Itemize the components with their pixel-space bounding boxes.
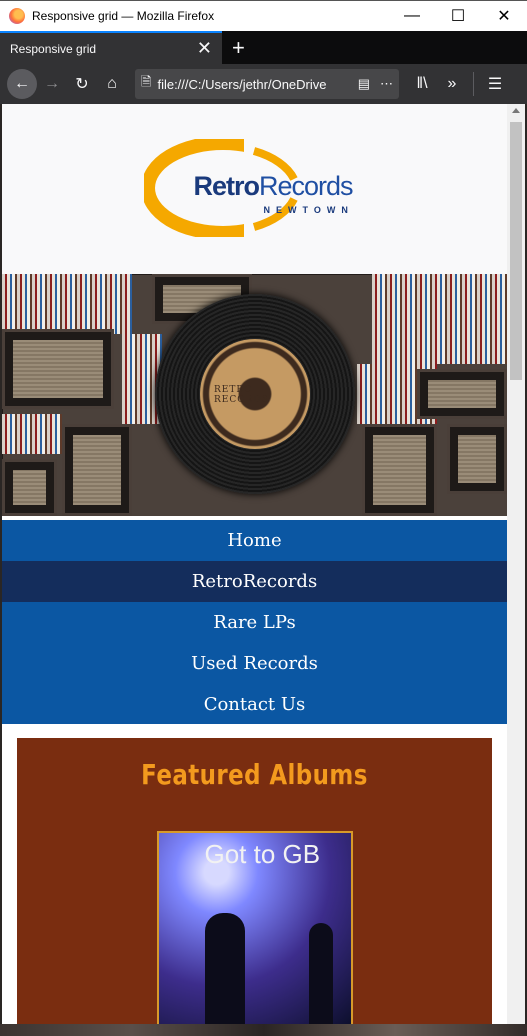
logo-subtitle: NEWTOWN <box>263 205 354 215</box>
hero-banner-image: RETRO RECORDS <box>2 274 507 516</box>
scroll-thumb[interactable] <box>510 122 522 380</box>
amplifier <box>2 329 114 409</box>
page-icon: 🗎 <box>141 74 152 89</box>
home-icon[interactable]: ⌂ <box>97 69 127 99</box>
window-controls: — ☐ ✕ <box>389 1 527 31</box>
tab-label: Responsive grid <box>10 41 97 56</box>
library-icon[interactable]: ‖\ <box>407 69 437 99</box>
scroll-up-icon[interactable] <box>512 108 520 113</box>
site-logo[interactable]: RetroRecords NEWTOWN <box>143 139 366 239</box>
main-content: Featured Albums Got to GB <box>2 724 507 1024</box>
hamburger-icon[interactable]: ☰ <box>480 69 510 99</box>
window-titlebar: Responsive grid — Mozilla Firefox — ☐ ✕ <box>0 0 527 31</box>
menu-item-retrorecords[interactable]: RetroRecords <box>2 561 507 602</box>
logo-wordmark: RetroRecords <box>193 171 354 202</box>
amplifier <box>417 369 507 419</box>
menu-item-contact-us[interactable]: Contact Us <box>2 684 507 724</box>
page-scrollbar[interactable] <box>507 104 525 1024</box>
record-label-text: RETRO RECORDS <box>214 385 269 405</box>
close-window-button[interactable]: ✕ <box>481 1 527 31</box>
menu-item-rare-lps[interactable]: Rare LPs <box>2 602 507 643</box>
featured-heading: Featured Albums <box>141 758 368 791</box>
guitarist-silhouette <box>204 913 245 1024</box>
url-bar[interactable]: 🗎 file:///C:/Users/jethr/OneDrive ▤ ⋯ <box>135 69 399 99</box>
tab-responsive-grid[interactable]: Responsive grid ✕ <box>0 31 222 64</box>
back-icon[interactable]: ← <box>7 69 37 99</box>
reader-view-icon[interactable]: ▤ <box>358 76 370 92</box>
record-label: RETRO RECORDS <box>200 339 310 449</box>
page-viewport[interactable]: RetroRecords NEWTOWN RETRO RECORDS Home … <box>2 104 507 1024</box>
toolbar-separator <box>473 72 474 96</box>
reload-icon[interactable]: ↻ <box>67 69 97 99</box>
performer-silhouette <box>308 923 333 1024</box>
album-cover[interactable]: Got to GB <box>156 831 353 1024</box>
new-tab-icon[interactable]: + <box>232 35 245 61</box>
firefox-icon <box>9 8 25 24</box>
record-spines <box>372 274 507 364</box>
vinyl-record-icon: RETRO RECORDS <box>155 294 355 494</box>
ellipsis-icon[interactable]: ⋯ <box>380 76 393 92</box>
logo-brand-rest: Records <box>259 171 354 201</box>
amplifier <box>447 424 507 494</box>
record-spines <box>2 414 62 454</box>
menu-item-home[interactable]: Home <box>2 520 507 561</box>
featured-albums-section: Featured Albums Got to GB <box>17 738 492 1024</box>
amplifier <box>362 424 437 516</box>
site-header: RetroRecords NEWTOWN <box>2 104 507 274</box>
window-title: Responsive grid — Mozilla Firefox <box>32 9 215 23</box>
desktop-background <box>0 1024 527 1036</box>
amplifier <box>2 459 57 516</box>
album-title: Got to GB <box>204 839 321 869</box>
amplifier <box>62 424 132 516</box>
record-spines <box>2 274 132 334</box>
maximize-button[interactable]: ☐ <box>435 1 481 31</box>
main-menu: Home RetroRecords Rare LPs Used Records … <box>2 516 507 724</box>
url-text[interactable]: file:///C:/Users/jethr/OneDrive <box>157 77 337 92</box>
logo-brand-bold: Retro <box>193 171 261 201</box>
menu-item-used-records[interactable]: Used Records <box>2 643 507 684</box>
forward-icon[interactable]: → <box>37 69 67 99</box>
minimize-button[interactable]: — <box>389 1 435 31</box>
close-tab-icon[interactable]: ✕ <box>197 38 212 59</box>
tab-bar: Responsive grid ✕ + <box>0 31 527 64</box>
chevrons-right-icon[interactable]: » <box>437 69 467 99</box>
navigation-toolbar: ← → ↻ ⌂ 🗎 file:///C:/Users/jethr/OneDriv… <box>0 64 527 104</box>
